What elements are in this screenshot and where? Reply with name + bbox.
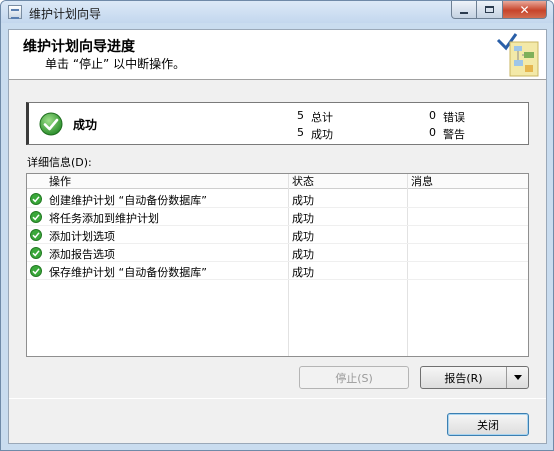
window-title: 维护计划向导 [29, 7, 102, 21]
maximize-button[interactable] [477, 1, 503, 19]
close-window-button[interactable]: ✕ [503, 1, 547, 19]
minimize-button[interactable] [451, 1, 477, 19]
row-action: 添加计划选项 [49, 230, 115, 243]
row-status: 成功 [292, 248, 314, 261]
check-circle-icon [30, 193, 42, 205]
row-action: 创建维护计划 “自动备份数据库” [49, 194, 207, 207]
footer-divider [9, 398, 546, 399]
table-row[interactable]: 添加计划选项 成功 [27, 226, 528, 244]
row-action: 添加报告选项 [49, 248, 115, 261]
stop-button[interactable]: 停止(S) [299, 366, 409, 389]
success-label: 成功 [311, 128, 333, 141]
table-row[interactable]: 保存维护计划 “自动备份数据库” 成功 [27, 262, 528, 280]
wizard-header: 维护计划向导进度 单击 “停止” 以中断操作。 [9, 30, 546, 80]
report-button[interactable]: 报告(R) [420, 366, 529, 389]
check-circle-icon [30, 229, 42, 241]
title-bar[interactable]: 维护计划向导 ✕ [1, 1, 553, 23]
row-status: 成功 [292, 230, 314, 243]
check-circle-icon [39, 112, 63, 136]
row-action: 将任务添加到维护计划 [49, 212, 159, 225]
wizard-illustration-icon [496, 33, 539, 77]
warning-label: 警告 [443, 128, 465, 141]
check-circle-icon [30, 211, 42, 223]
total-label: 总计 [311, 111, 333, 124]
close-icon: ✕ [519, 2, 530, 17]
report-dropdown-toggle[interactable] [506, 367, 528, 388]
summary-panel: 成功 5 总计 5 成功 0 错误 0 警告 [26, 102, 529, 145]
overall-status: 成功 [73, 118, 98, 132]
wizard-client-area: 维护计划向导进度 单击 “停止” 以中断操作。 成功 5 总计 5 成功 0 错… [8, 29, 547, 444]
total-count: 5 [297, 109, 304, 122]
check-circle-icon [30, 247, 42, 259]
report-button-label: 报告(R) [444, 371, 483, 385]
check-circle-icon [30, 265, 42, 277]
error-count: 0 [429, 109, 436, 122]
table-row[interactable]: 添加报告选项 成功 [27, 244, 528, 262]
app-window-icon [8, 5, 22, 19]
column-header-action[interactable]: 操作 [45, 174, 285, 189]
table-row[interactable]: 将任务添加到维护计划 成功 [27, 208, 528, 226]
caption-buttons: ✕ [451, 1, 547, 19]
wizard-window: 维护计划向导 ✕ 维护计划向导进度 单击 “停止” 以中断操作。 成功 5 总计… [0, 0, 554, 451]
row-action: 保存维护计划 “自动备份数据库” [49, 266, 207, 279]
details-grid[interactable]: 操作 状态 消息 创建维护计划 “自动备份数据库” 成功 将任务添加到维护计划 … [26, 173, 529, 357]
chevron-down-icon [513, 375, 522, 380]
minimize-icon [460, 11, 468, 14]
row-status: 成功 [292, 194, 314, 207]
grid-header: 操作 状态 消息 [27, 174, 528, 189]
success-count: 5 [297, 126, 304, 139]
close-button[interactable]: 关闭 [447, 413, 529, 436]
page-subtitle: 单击 “停止” 以中断操作。 [45, 57, 186, 71]
column-header-status[interactable]: 状态 [288, 174, 404, 189]
table-row[interactable]: 创建维护计划 “自动备份数据库” 成功 [27, 190, 528, 208]
row-status: 成功 [292, 266, 314, 279]
warning-count: 0 [429, 126, 436, 139]
maximize-icon [485, 6, 494, 13]
page-title: 维护计划向导进度 [23, 39, 135, 55]
details-label: 详细信息(D): [27, 156, 92, 169]
error-label: 错误 [443, 111, 465, 124]
row-status: 成功 [292, 212, 314, 225]
column-header-message[interactable]: 消息 [407, 174, 527, 189]
